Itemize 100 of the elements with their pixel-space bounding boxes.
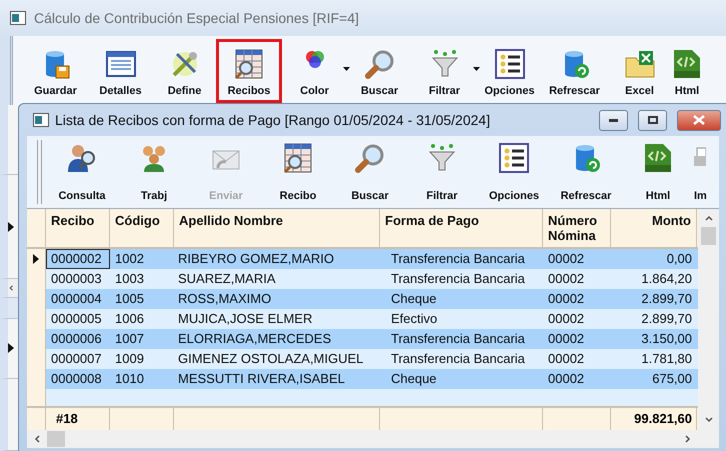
scroll-left-icon[interactable] bbox=[33, 435, 41, 443]
table-cell-text: 0000003 bbox=[50, 270, 103, 288]
toolbar-button[interactable]: Detalles bbox=[88, 39, 153, 103]
table-cell-text: Transferencia Bancaria bbox=[390, 270, 526, 288]
row-pointer-icon bbox=[8, 222, 14, 232]
table-cell-text: 1.781,80 bbox=[640, 350, 693, 368]
table-cell-text: Efectivo bbox=[390, 310, 438, 328]
spreadsheet-folder-icon bbox=[624, 48, 656, 80]
toolbar-button[interactable]: Filtrar bbox=[406, 136, 478, 208]
close-button[interactable] bbox=[677, 110, 721, 130]
table-cell-text: Cheque bbox=[390, 290, 438, 308]
search-icon bbox=[364, 48, 396, 80]
scrollbar[interactable] bbox=[0, 279, 18, 298]
column-header[interactable]: Monto bbox=[611, 209, 697, 247]
toolbar-button[interactable]: Buscar bbox=[334, 136, 406, 208]
scroll-down-icon[interactable] bbox=[704, 416, 712, 424]
restore-button[interactable] bbox=[638, 110, 667, 130]
toolbar-button[interactable]: Consulta bbox=[46, 136, 118, 208]
vertical-scrollbar[interactable] bbox=[698, 209, 719, 430]
table-cell-text: 00002 bbox=[547, 310, 586, 328]
list-icon bbox=[494, 48, 526, 80]
table-cell-text: GIMENEZ OSTOLAZA,MIGUEL bbox=[177, 350, 364, 368]
minimize-button[interactable] bbox=[599, 110, 628, 130]
scroll-thumb[interactable] bbox=[701, 227, 716, 245]
scroll-up-icon[interactable] bbox=[704, 214, 712, 222]
column-header[interactable]: Número Nómina bbox=[543, 209, 611, 247]
table-cell-text: 00002 bbox=[547, 330, 586, 348]
window-icon bbox=[104, 48, 136, 80]
table-cell-text: 1009 bbox=[114, 350, 145, 368]
table-cell-text: 00002 bbox=[547, 350, 586, 368]
column-header[interactable]: Forma de Pago bbox=[380, 209, 543, 247]
table-cell-text: 0000007 bbox=[50, 350, 103, 368]
table-cell-text: 0,00 bbox=[666, 250, 693, 268]
toolbar-button[interactable]: Excel bbox=[607, 39, 672, 103]
table-cell-text: ROSS,MAXIMO bbox=[177, 290, 272, 308]
window-title: Cálculo de Contribución Especial Pensiones [RIF=4] bbox=[34, 10, 359, 26]
table-search-icon bbox=[282, 142, 314, 174]
toolbar-button[interactable]: Html bbox=[672, 39, 702, 103]
table-cell-text: 1007 bbox=[114, 330, 145, 348]
scroll-thumb[interactable] bbox=[47, 431, 65, 447]
horizontal-scrollbar[interactable] bbox=[27, 430, 719, 448]
code-file-icon bbox=[643, 142, 673, 174]
table-cell-text: Transferencia Bancaria bbox=[390, 350, 526, 368]
table-cell-text: 2.899,70 bbox=[640, 310, 693, 328]
table-cell-text: 00002 bbox=[547, 270, 586, 288]
toolbar-button[interactable]: Buscar bbox=[347, 39, 412, 103]
toolbar-button[interactable]: Opciones bbox=[478, 136, 550, 208]
toolbar-button[interactable]: Define bbox=[153, 39, 216, 103]
table-cell-text: MUJICA,JOSE ELMER bbox=[177, 310, 314, 328]
restore-icon bbox=[648, 116, 658, 124]
row-pointer-icon bbox=[33, 254, 39, 264]
table-cell-text: MESSUTTI RIVERA,ISABEL bbox=[177, 370, 346, 388]
scroll-left-icon[interactable] bbox=[8, 284, 14, 292]
toolbar-button[interactable]: Color bbox=[282, 39, 347, 103]
table-cell-text: 1010 bbox=[114, 370, 145, 388]
minimize-icon bbox=[609, 118, 618, 122]
table-search-icon bbox=[233, 48, 265, 80]
toolbar-button[interactable]: Im bbox=[694, 136, 714, 208]
column-header[interactable]: Recibo bbox=[46, 209, 110, 247]
table-cell-text: 00002 bbox=[547, 250, 586, 268]
table-cell-text: 0000004 bbox=[50, 290, 103, 308]
scroll-right-icon[interactable] bbox=[684, 435, 692, 443]
table-cell-text: ELORRIAGA,MERCEDES bbox=[177, 330, 332, 348]
toolbar-button[interactable]: Refrescar bbox=[542, 39, 607, 103]
toolbar-button[interactable]: Opciones bbox=[477, 39, 542, 103]
table-cell-text: 1003 bbox=[114, 270, 145, 288]
app-icon bbox=[33, 113, 49, 127]
table-cell-text: 0000006 bbox=[50, 330, 103, 348]
person-search-icon bbox=[66, 142, 98, 174]
column-header[interactable]: Apellido Nombre bbox=[174, 209, 380, 247]
table-cell: 0000002 bbox=[46, 249, 110, 269]
table-cell-text: 1002 bbox=[114, 250, 145, 268]
toolbar-button[interactable]: Trabj bbox=[118, 136, 190, 208]
toolbar-button[interactable]: Html bbox=[622, 136, 694, 208]
table-cell-text: Transferencia Bancaria bbox=[390, 250, 526, 268]
window-title: Lista de Recibos con forma de Pago [Rango 01/05/2024 - 31/05/2024] bbox=[55, 112, 492, 128]
toolbar-button[interactable]: Guardar bbox=[23, 39, 88, 103]
table-cell-text: 1006 bbox=[114, 310, 145, 328]
toolbar-button[interactable]: Filtrar bbox=[412, 39, 477, 103]
toolbar-button[interactable]: Refrescar bbox=[550, 136, 622, 208]
table-cell-text: 1.864,20 bbox=[640, 270, 693, 288]
toolbar-button[interactable]: Recibo bbox=[262, 136, 334, 208]
table-cell-text: 3.150,00 bbox=[640, 330, 693, 348]
table-cell-text: 00002 bbox=[547, 370, 586, 388]
table-cell-text: SUAREZ,MARIA bbox=[177, 270, 277, 288]
table-cell-text: Transferencia Bancaria bbox=[390, 330, 526, 348]
list-icon bbox=[498, 142, 530, 174]
table-cell-text: 00002 bbox=[547, 290, 586, 308]
search-icon bbox=[354, 142, 386, 174]
code-file-icon bbox=[672, 48, 702, 80]
table-cell-text: RIBEYRO GOMEZ,MARIO bbox=[177, 250, 336, 268]
row-pointer-icon bbox=[8, 343, 14, 354]
table-cell-text: 1005 bbox=[114, 290, 145, 308]
table-cell-text: Cheque bbox=[390, 370, 438, 388]
app-icon bbox=[10, 11, 26, 25]
caret-icon[interactable] bbox=[473, 67, 480, 71]
table-cell-text: 0000008 bbox=[50, 370, 103, 388]
caret-icon[interactable] bbox=[343, 67, 350, 71]
row-indicator[interactable] bbox=[27, 249, 46, 269]
column-header[interactable]: Código bbox=[110, 209, 174, 247]
